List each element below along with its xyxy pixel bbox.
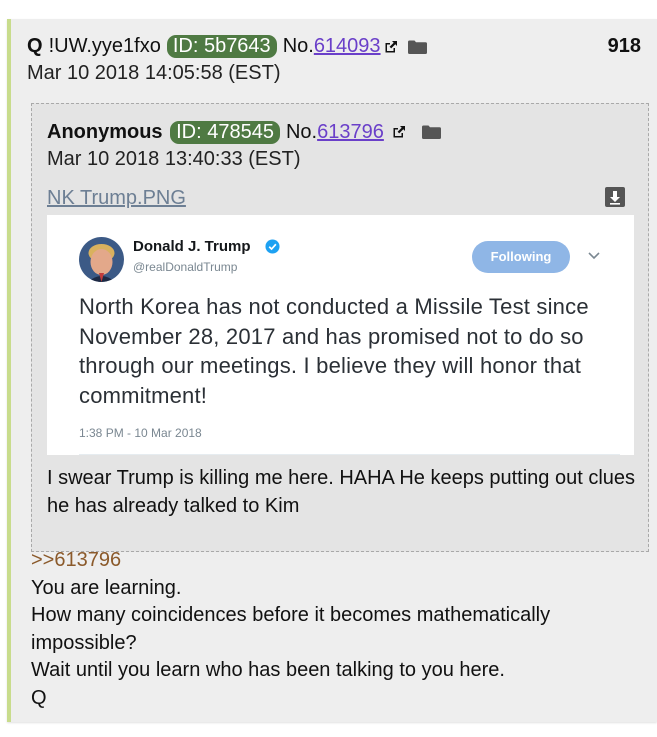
post-timestamp: Mar 10 2018 14:05:58 (EST)	[27, 62, 281, 84]
quoted-post: Anonymous ID: 478545 No.613796 Mar 10 201…	[31, 103, 649, 552]
tweet-image[interactable]: Donald J. Trump @realDonaldTrump Followi…	[47, 215, 634, 455]
quote-link[interactable]: >>613796	[31, 549, 121, 571]
post-header: Q !UW.yye1fxo ID: 5b7643 No. 614093 918 M…	[27, 33, 641, 87]
tweet-divider	[79, 454, 620, 455]
quoted-post-number-link[interactable]: 613796	[317, 121, 384, 143]
tweet-text: North Korea has not conducted a Missile …	[79, 294, 589, 408]
quoted-id-badge[interactable]: ID: 478545	[170, 121, 280, 144]
reply-count: 918	[607, 35, 641, 57]
body-line: You are learning.	[31, 576, 182, 599]
external-link-icon[interactable]	[392, 125, 406, 139]
folder-icon[interactable]	[407, 40, 427, 54]
tweet-display-name: Donald J. Trump	[133, 238, 251, 255]
quoted-post-number-prefix: No.	[285, 121, 318, 143]
quoted-poster-name: Anonymous	[47, 121, 163, 143]
post-number-prefix: No.	[282, 35, 314, 57]
chevron-down-icon	[588, 252, 600, 260]
download-icon[interactable]	[605, 187, 625, 207]
avatar	[79, 237, 124, 282]
body-line: Wait until you learn who has been talkin…	[31, 659, 505, 681]
following-button: Following	[472, 241, 570, 273]
post-container: Q !UW.yye1fxo ID: 5b7643 No. 614093 918 M…	[7, 19, 657, 722]
body-line: Q	[31, 686, 47, 709]
post-header-line: Q !UW.yye1fxo ID: 5b7643 No. 614093 918	[27, 33, 641, 60]
tweet-handle: @realDonaldTrump	[133, 260, 238, 274]
post-number-link[interactable]: 614093	[314, 33, 381, 60]
tweet-time: 1:38 PM - 10 Mar 2018	[79, 426, 202, 440]
folder-icon[interactable]	[421, 125, 441, 139]
quoted-post-header: Anonymous ID: 478545 No.613796 Mar 10 201…	[47, 119, 441, 173]
verified-icon	[265, 239, 280, 254]
tripcode: !UW.yye1fxo	[48, 35, 161, 57]
id-badge[interactable]: ID: 5b7643	[166, 35, 277, 58]
quoted-post-timestamp: Mar 10 2018 13:40:33 (EST)	[47, 148, 301, 170]
quoted-post-body: I swear Trump is killing me here. HAHA H…	[47, 467, 636, 517]
external-link-icon[interactable]	[384, 40, 398, 54]
body-line: How many coincidences before it becomes …	[31, 604, 551, 654]
poster-name: Q	[27, 35, 43, 57]
attachment-file-link[interactable]: NK Trump.PNG	[47, 187, 186, 210]
post-body: >>613796 You are learning. How many coin…	[31, 547, 651, 712]
